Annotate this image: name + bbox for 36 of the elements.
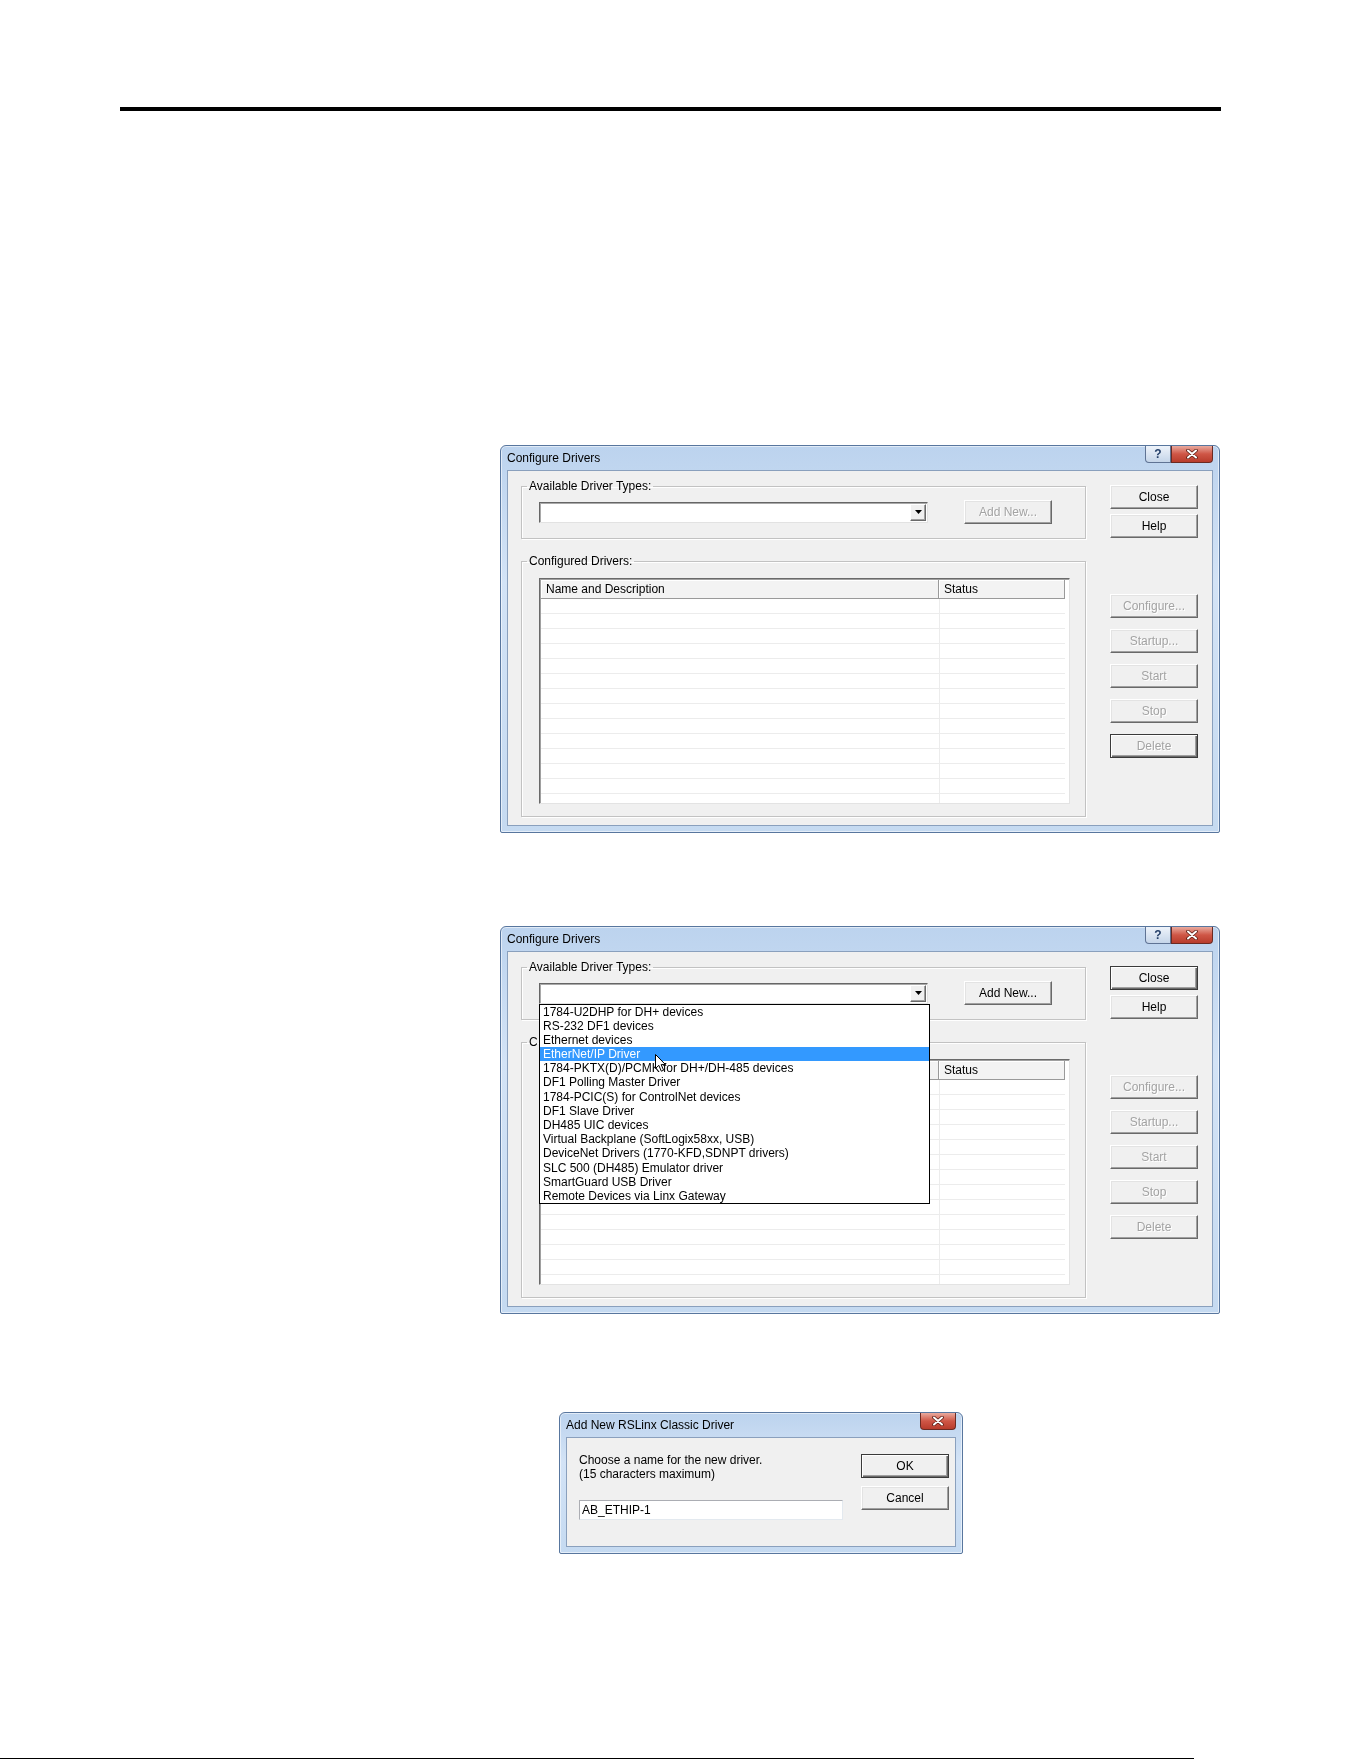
dropdown-item[interactable]: Ethernet devices xyxy=(540,1032,929,1048)
help-button[interactable]: Help xyxy=(1110,514,1198,538)
help-button[interactable]: Help xyxy=(1110,995,1198,1019)
ok-button[interactable]: OK xyxy=(861,1454,949,1478)
close-icon xyxy=(1186,449,1198,459)
close-icon xyxy=(1186,930,1198,940)
cancel-button[interactable]: Cancel xyxy=(861,1486,949,1510)
column-header: Status xyxy=(939,1061,1065,1080)
window-title: Configure Drivers xyxy=(507,932,601,946)
driver-name-field[interactable]: AB_ETHIP-1 xyxy=(579,1500,843,1520)
dropdown-button[interactable] xyxy=(910,984,926,1002)
group-label: Configured Drivers: xyxy=(528,554,634,568)
hint-text: (15 characters maximum) xyxy=(579,1467,717,1481)
add-new-button[interactable]: Add New... xyxy=(964,981,1052,1005)
prompt-text: Choose a name for the new driver. xyxy=(579,1453,764,1467)
window-title: Add New RSLinx Classic Driver xyxy=(566,1418,735,1432)
close-button[interactable]: Close xyxy=(1110,485,1198,509)
dropdown-item[interactable]: 1784-U2DHP for DH+ devices xyxy=(540,1004,929,1019)
caret-icon xyxy=(914,510,922,514)
help-button[interactable]: ? xyxy=(1145,927,1171,944)
group-label: Available Driver Types: xyxy=(528,479,653,493)
window-title: Configure Drivers xyxy=(507,451,601,465)
window-close-button[interactable] xyxy=(920,1413,956,1430)
column-header: Status xyxy=(939,580,1065,599)
group-label: Available Driver Types: xyxy=(528,960,653,974)
close-button[interactable]: Close xyxy=(1110,966,1198,990)
dropdown-button[interactable] xyxy=(910,503,926,521)
window-close-button[interactable] xyxy=(1171,927,1213,944)
close-icon xyxy=(932,1416,944,1426)
window-close-button[interactable] xyxy=(1171,446,1213,463)
group-label: C xyxy=(528,1035,539,1049)
column-header: Name and Description xyxy=(541,580,939,599)
dropdown-item[interactable]: RS-232 DF1 devices xyxy=(540,1018,929,1033)
help-button[interactable]: ? xyxy=(1145,446,1171,463)
combo-box[interactable] xyxy=(539,501,928,523)
caret-icon xyxy=(914,991,922,995)
